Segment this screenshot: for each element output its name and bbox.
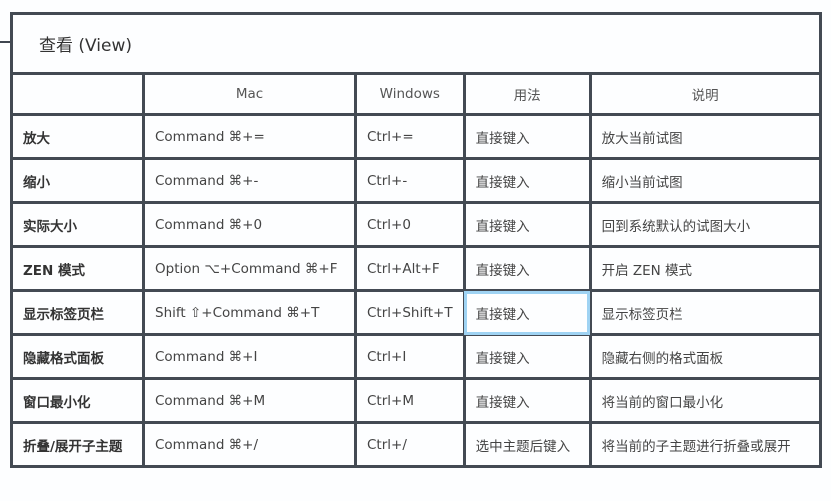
header-usage: 用法	[462, 72, 592, 116]
cell-usage[interactable]: 直接键入	[462, 113, 592, 160]
cell-mac[interactable]: Shift ⇧+Command ⌘+T	[142, 289, 357, 336]
cell-windows[interactable]: Ctrl+/	[354, 421, 466, 468]
cell-usage[interactable]: 直接键入	[462, 245, 592, 292]
cell-windows[interactable]: Ctrl+0	[354, 201, 466, 248]
cell-usage[interactable]: 选中主题后键入	[462, 421, 592, 468]
shortcut-table: 查看 (View) Mac Windows 用法 说明 放大 Command ⌘…	[10, 12, 822, 468]
cell-mac[interactable]: Command ⌘+/	[142, 421, 357, 468]
table-row: 折叠/展开子主题 Command ⌘+/ Ctrl+/ 选中主题后键入 将当前的…	[10, 421, 822, 468]
cell-mac[interactable]: Command ⌘+-	[142, 157, 357, 204]
cell-windows[interactable]: Ctrl+M	[354, 377, 466, 424]
cell-mac[interactable]: Command ⌘+=	[142, 113, 357, 160]
table-row: 隐藏格式面板 Command ⌘+I Ctrl+I 直接键入 隐藏右侧的格式面板	[10, 333, 822, 380]
header-description: 说明	[588, 72, 822, 116]
cell-usage[interactable]: 直接键入	[462, 377, 592, 424]
cell-description[interactable]: 放大当前试图	[588, 113, 822, 160]
cell-mac[interactable]: Option ⌥+Command ⌘+F	[142, 245, 357, 292]
cell-usage[interactable]: 直接键入	[462, 333, 592, 380]
cell-windows[interactable]: Ctrl+-	[354, 157, 466, 204]
cell-action[interactable]: 隐藏格式面板	[10, 333, 145, 380]
cell-description[interactable]: 将当前的窗口最小化	[588, 377, 822, 424]
table-row: 窗口最小化 Command ⌘+M Ctrl+M 直接键入 将当前的窗口最小化	[10, 377, 822, 424]
cell-mac[interactable]: Command ⌘+0	[142, 201, 357, 248]
header-windows: Windows	[354, 72, 466, 116]
cell-description[interactable]: 将当前的子主题进行折叠或展开	[588, 421, 822, 468]
cell-action[interactable]: 显示标签页栏	[10, 289, 145, 336]
cell-action[interactable]: ZEN 模式	[10, 245, 145, 292]
cell-description[interactable]: 回到系统默认的试图大小	[588, 201, 822, 248]
cell-windows[interactable]: Ctrl+Shift+T	[354, 289, 466, 336]
table-row: 放大 Command ⌘+= Ctrl+= 直接键入 放大当前试图	[10, 113, 822, 160]
header-mac: Mac	[142, 72, 357, 116]
cell-description[interactable]: 隐藏右侧的格式面板	[588, 333, 822, 380]
cell-windows[interactable]: Ctrl+Alt+F	[354, 245, 466, 292]
cell-usage[interactable]: 直接键入	[462, 201, 592, 248]
table-row: 缩小 Command ⌘+- Ctrl+- 直接键入 缩小当前试图	[10, 157, 822, 204]
cell-mac[interactable]: Command ⌘+M	[142, 377, 357, 424]
cell-usage[interactable]: 直接键入	[462, 157, 592, 204]
cell-description[interactable]: 显示标签页栏	[588, 289, 822, 336]
table-row: 实际大小 Command ⌘+0 Ctrl+0 直接键入 回到系统默认的试图大小	[10, 201, 822, 248]
cell-action[interactable]: 窗口最小化	[10, 377, 145, 424]
cell-action[interactable]: 缩小	[10, 157, 145, 204]
table-row: 显示标签页栏 Shift ⇧+Command ⌘+T Ctrl+Shift+T …	[10, 289, 822, 336]
table-row: ZEN 模式 Option ⌥+Command ⌘+F Ctrl+Alt+F 直…	[10, 245, 822, 292]
header-action	[10, 72, 145, 116]
cell-description[interactable]: 缩小当前试图	[588, 157, 822, 204]
cell-mac[interactable]: Command ⌘+I	[142, 333, 357, 380]
header-row: Mac Windows 用法 说明	[10, 72, 822, 116]
cell-description[interactable]: 开启 ZEN 模式	[588, 245, 822, 292]
table-title: 查看 (View)	[10, 12, 822, 75]
cell-windows[interactable]: Ctrl+=	[354, 113, 466, 160]
cell-usage-selected[interactable]: 直接键入	[462, 289, 592, 336]
cell-action[interactable]: 实际大小	[10, 201, 145, 248]
cell-action[interactable]: 放大	[10, 113, 145, 160]
cell-windows[interactable]: Ctrl+I	[354, 333, 466, 380]
cell-action[interactable]: 折叠/展开子主题	[10, 421, 145, 468]
